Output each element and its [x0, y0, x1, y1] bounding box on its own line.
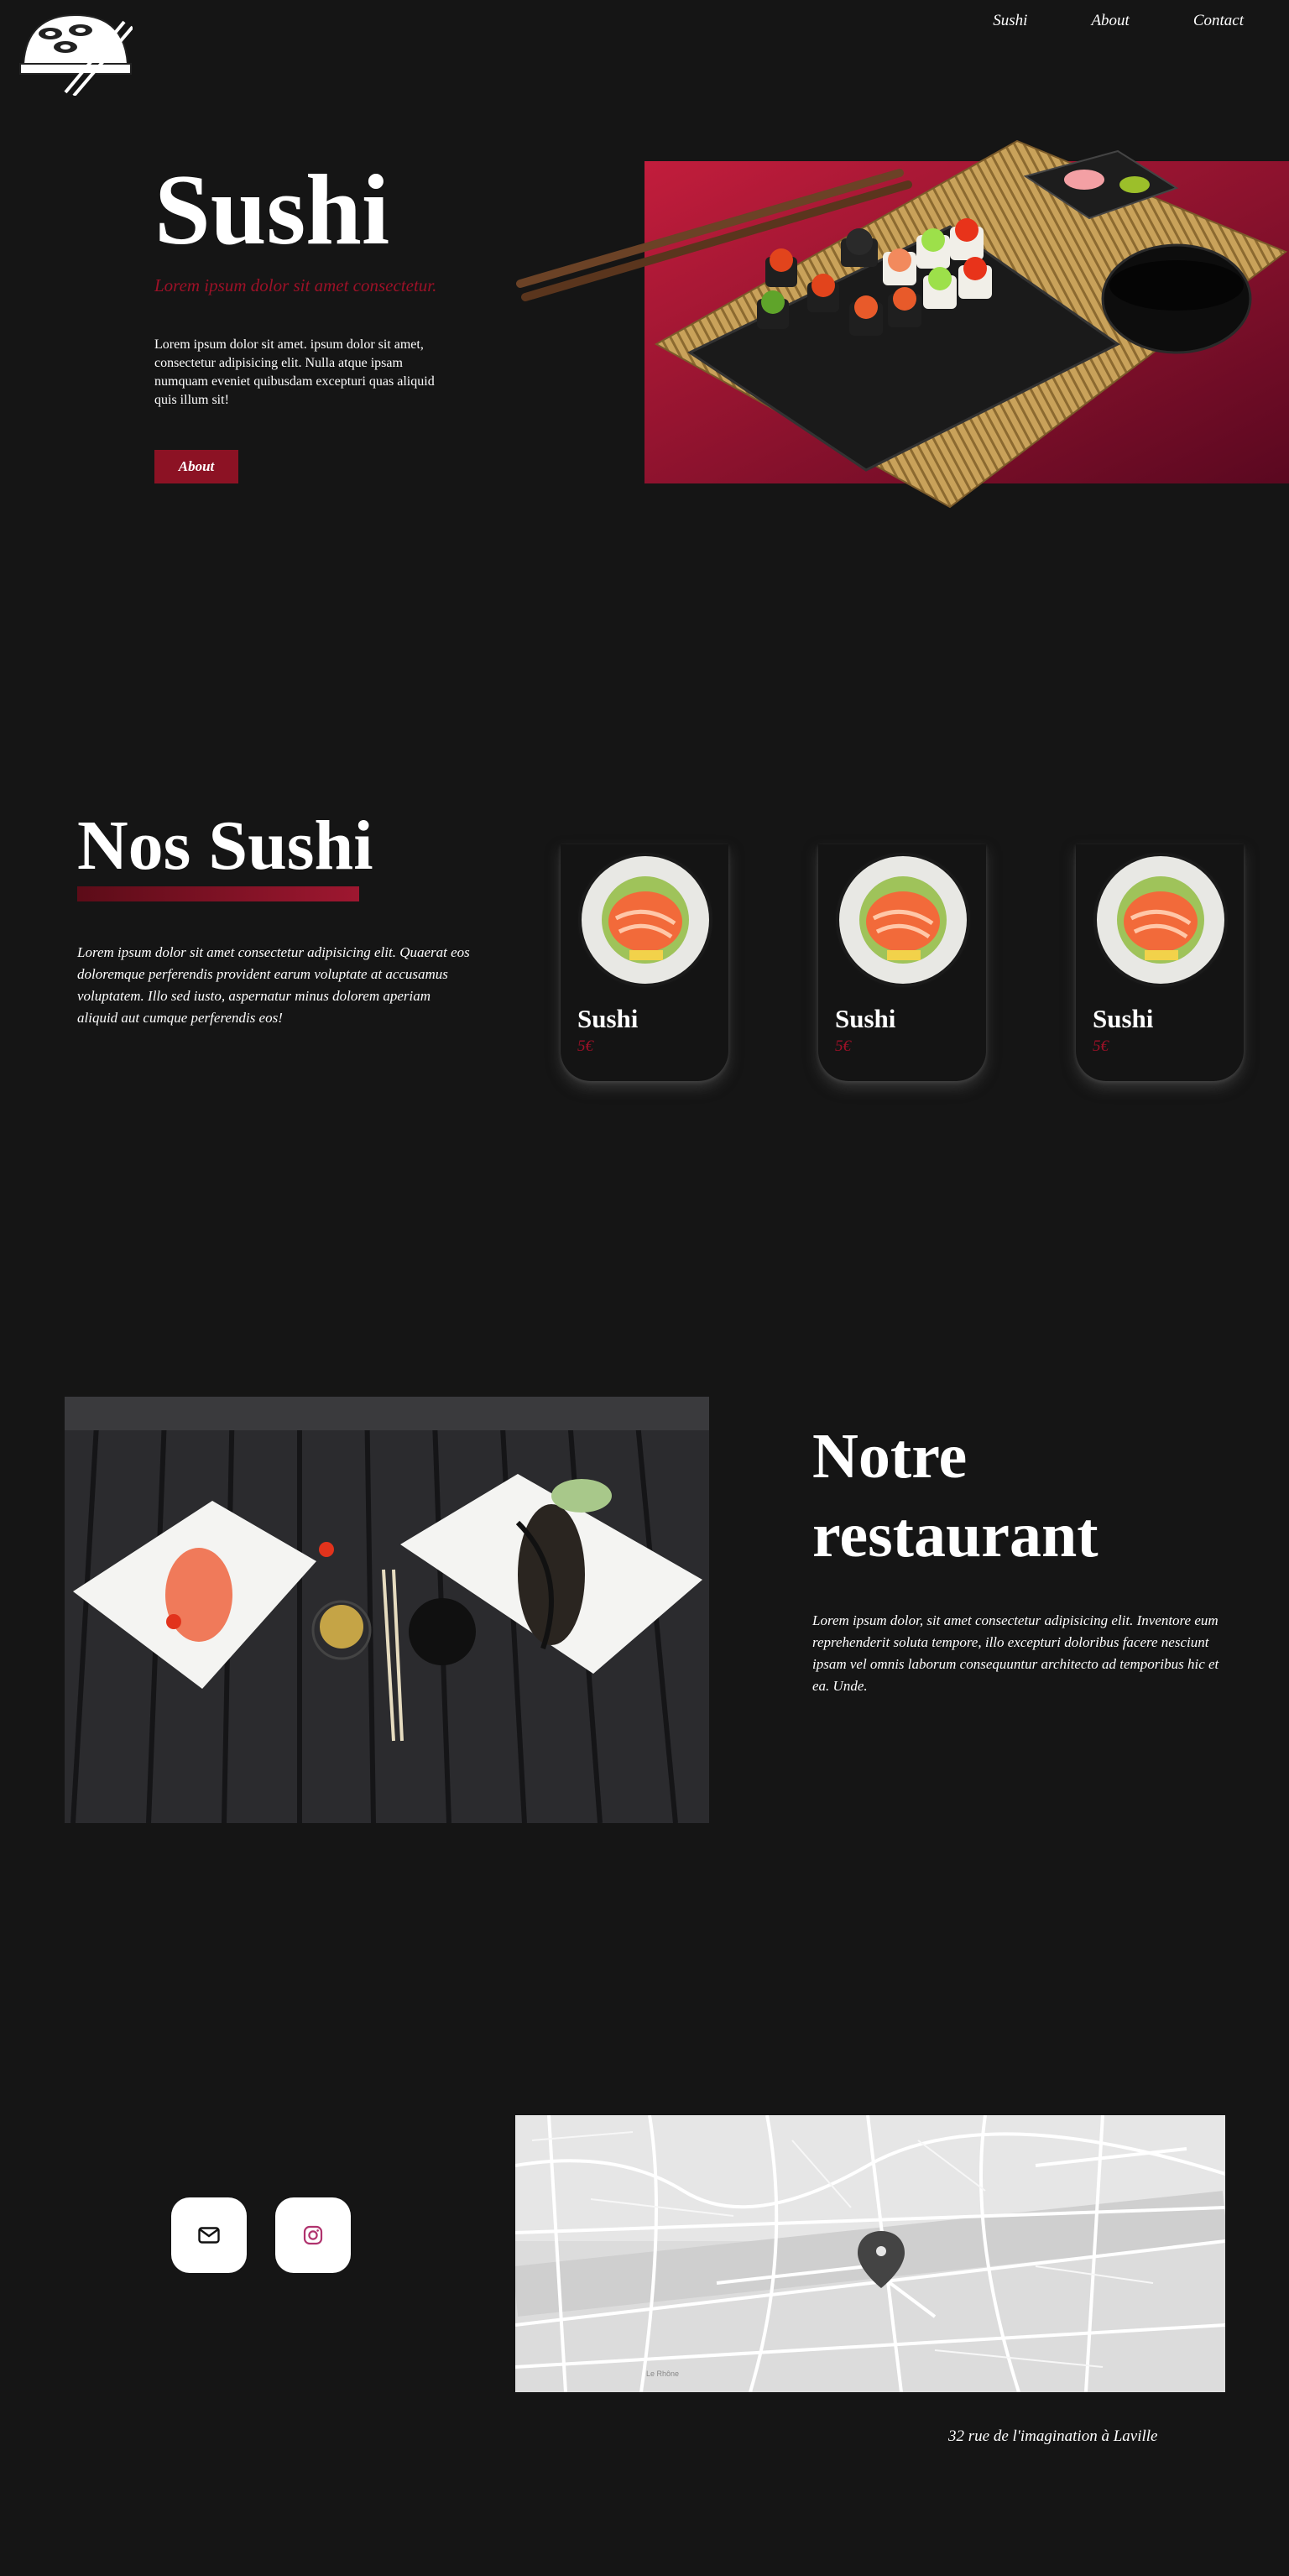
- hero-text: Lorem ipsum dolor sit amet. ipsum dolor …: [154, 337, 435, 407]
- instagram-icon: [303, 2225, 323, 2245]
- nos-sushi-text: Lorem ipsum dolor sit amet consectetur a…: [77, 944, 470, 1026]
- instagram-button[interactable]: [275, 2197, 351, 2273]
- map-river-label: Le Rhône: [646, 2370, 679, 2378]
- restaurant-title-line1: Notre: [812, 1421, 968, 1492]
- hero-title: Sushi: [154, 154, 390, 265]
- sushi-roll-image: [577, 851, 714, 989]
- card-name: Sushi: [835, 1004, 896, 1033]
- sushi-card[interactable]: Sushi 5€: [818, 844, 986, 1081]
- nav-link-sushi[interactable]: Sushi: [993, 12, 1027, 30]
- envelope-icon: [198, 2227, 220, 2244]
- sushi-card[interactable]: Sushi 5€: [1076, 844, 1244, 1081]
- card-name: Sushi: [577, 1004, 639, 1033]
- restaurant-title: Notre restaurant: [812, 1417, 1232, 1575]
- sushi-logo[interactable]: [18, 12, 133, 96]
- location-map[interactable]: Le Rhône: [515, 2115, 1225, 2392]
- nav-link-about[interactable]: About: [1091, 12, 1129, 30]
- nos-sushi-title: Nos Sushi: [77, 807, 373, 885]
- email-button[interactable]: [171, 2197, 247, 2273]
- hero-sushi-image: [516, 139, 1289, 509]
- nav-link-contact[interactable]: Contact: [1193, 12, 1244, 30]
- main-nav: Sushi About Contact: [993, 12, 1244, 30]
- about-button[interactable]: About: [154, 450, 238, 483]
- card-price: 5€: [835, 1037, 851, 1055]
- address-text: 32 rue de l'imagination à Laville: [948, 2427, 1158, 2445]
- card-name: Sushi: [1093, 1004, 1154, 1033]
- restaurant-text: Lorem ipsum dolor, sit amet consectetur …: [812, 1612, 1219, 1694]
- restaurant-title-line2: restaurant: [812, 1500, 1099, 1570]
- title-underline: [77, 886, 359, 901]
- hero-subtitle: Lorem ipsum dolor sit amet consectetur.: [154, 275, 437, 295]
- restaurant-image: [65, 1397, 709, 1823]
- sushi-card[interactable]: Sushi 5€: [561, 844, 728, 1081]
- sushi-roll-image: [1092, 851, 1229, 989]
- sushi-roll-image: [834, 851, 972, 989]
- card-price: 5€: [577, 1037, 593, 1055]
- card-price: 5€: [1093, 1037, 1109, 1055]
